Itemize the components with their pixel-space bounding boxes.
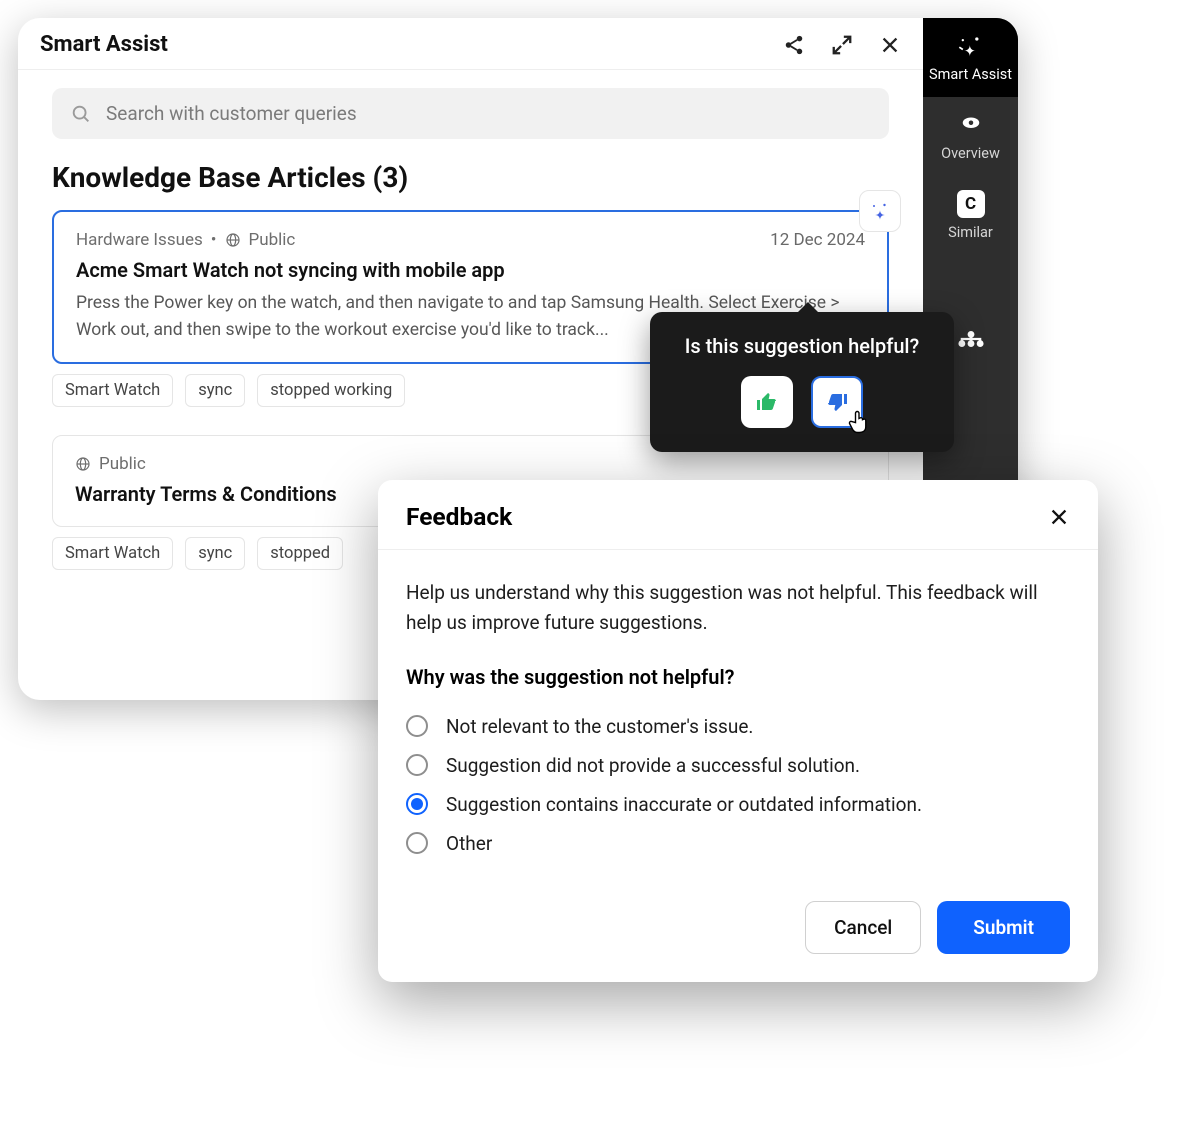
share-icon[interactable]: [783, 34, 805, 56]
modal-close-icon[interactable]: [1048, 506, 1070, 528]
rail-label: Overview: [941, 145, 1000, 162]
tag[interactable]: stopped: [257, 537, 343, 570]
feedback-option-label: Suggestion did not provide a successful …: [446, 754, 860, 777]
modal-description: Help us understand why this suggestion w…: [406, 578, 1070, 639]
card-meta-row: Hardware Issues • Public 12 Dec 2024: [76, 230, 865, 250]
cancel-button[interactable]: Cancel: [805, 901, 921, 954]
modal-body: Help us understand why this suggestion w…: [378, 550, 1098, 873]
kb-section-title: Knowledge Base Articles (3): [52, 161, 889, 194]
feedback-option[interactable]: Suggestion did not provide a successful …: [406, 746, 1070, 785]
feedback-option[interactable]: Other: [406, 824, 1070, 863]
card-date: 12 Dec 2024: [770, 230, 865, 250]
c-icon: C: [957, 190, 985, 218]
modal-header: Feedback: [378, 480, 1098, 550]
modal-question: Why was the suggestion not helpful?: [406, 665, 1070, 689]
rail-label: Smart Assist: [929, 66, 1012, 83]
tag[interactable]: sync: [185, 374, 245, 407]
radio-icon[interactable]: [406, 715, 428, 737]
thumbs-up-icon: [755, 390, 779, 414]
feedback-modal: Feedback Help us understand why this sug…: [378, 480, 1098, 982]
eye-icon: [957, 111, 985, 139]
app-title: Smart Assist: [40, 32, 783, 57]
card-meta-row: Public: [75, 454, 866, 474]
radio-icon[interactable]: [406, 793, 428, 815]
tag[interactable]: Smart Watch: [52, 374, 173, 407]
feedback-option-label: Other: [446, 832, 492, 855]
sitemap-icon: [957, 325, 985, 353]
tag[interactable]: stopped working: [257, 374, 405, 407]
card-visibility: Public: [249, 230, 296, 250]
popover-title: Is this suggestion helpful?: [672, 334, 932, 358]
card-visibility: Public: [99, 454, 146, 474]
feedback-option[interactable]: Not relevant to the customer's issue.: [406, 707, 1070, 746]
thumbs-down-button[interactable]: [811, 376, 863, 428]
tag[interactable]: sync: [185, 537, 245, 570]
tag[interactable]: Smart Watch: [52, 537, 173, 570]
vote-row: [672, 376, 932, 428]
expand-icon[interactable]: [831, 34, 853, 56]
helpfulness-popover: Is this suggestion helpful?: [650, 312, 954, 452]
search-input[interactable]: [106, 102, 871, 125]
radio-icon[interactable]: [406, 832, 428, 854]
app-header: Smart Assist: [18, 18, 923, 70]
card-category: Hardware Issues: [76, 230, 203, 250]
search-bar[interactable]: [52, 88, 889, 139]
header-actions: [783, 34, 901, 56]
card-title: Acme Smart Watch not syncing with mobile…: [76, 256, 865, 284]
rail-label: Similar: [948, 224, 993, 241]
submit-button[interactable]: Submit: [937, 901, 1070, 954]
rail-item-overview[interactable]: Overview: [923, 97, 1018, 176]
modal-footer: Cancel Submit: [378, 873, 1098, 982]
search-icon: [70, 103, 92, 125]
ai-sparkle-icon[interactable]: [859, 190, 901, 232]
globe-icon: [75, 456, 91, 472]
close-icon[interactable]: [879, 34, 901, 56]
feedback-option-label: Not relevant to the customer's issue.: [446, 715, 753, 738]
rail-sparkle-icon: [957, 32, 985, 60]
hand-cursor-icon: [845, 408, 873, 436]
modal-title: Feedback: [406, 502, 1048, 531]
radio-icon[interactable]: [406, 754, 428, 776]
feedback-option[interactable]: Suggestion contains inaccurate or outdat…: [406, 785, 1070, 824]
rail-item-similar[interactable]: C Similar: [923, 176, 1018, 255]
rail-item-smart-assist[interactable]: Smart Assist: [923, 18, 1018, 97]
globe-icon: [225, 232, 241, 248]
thumbs-up-button[interactable]: [741, 376, 793, 428]
feedback-option-label: Suggestion contains inaccurate or outdat…: [446, 793, 922, 816]
